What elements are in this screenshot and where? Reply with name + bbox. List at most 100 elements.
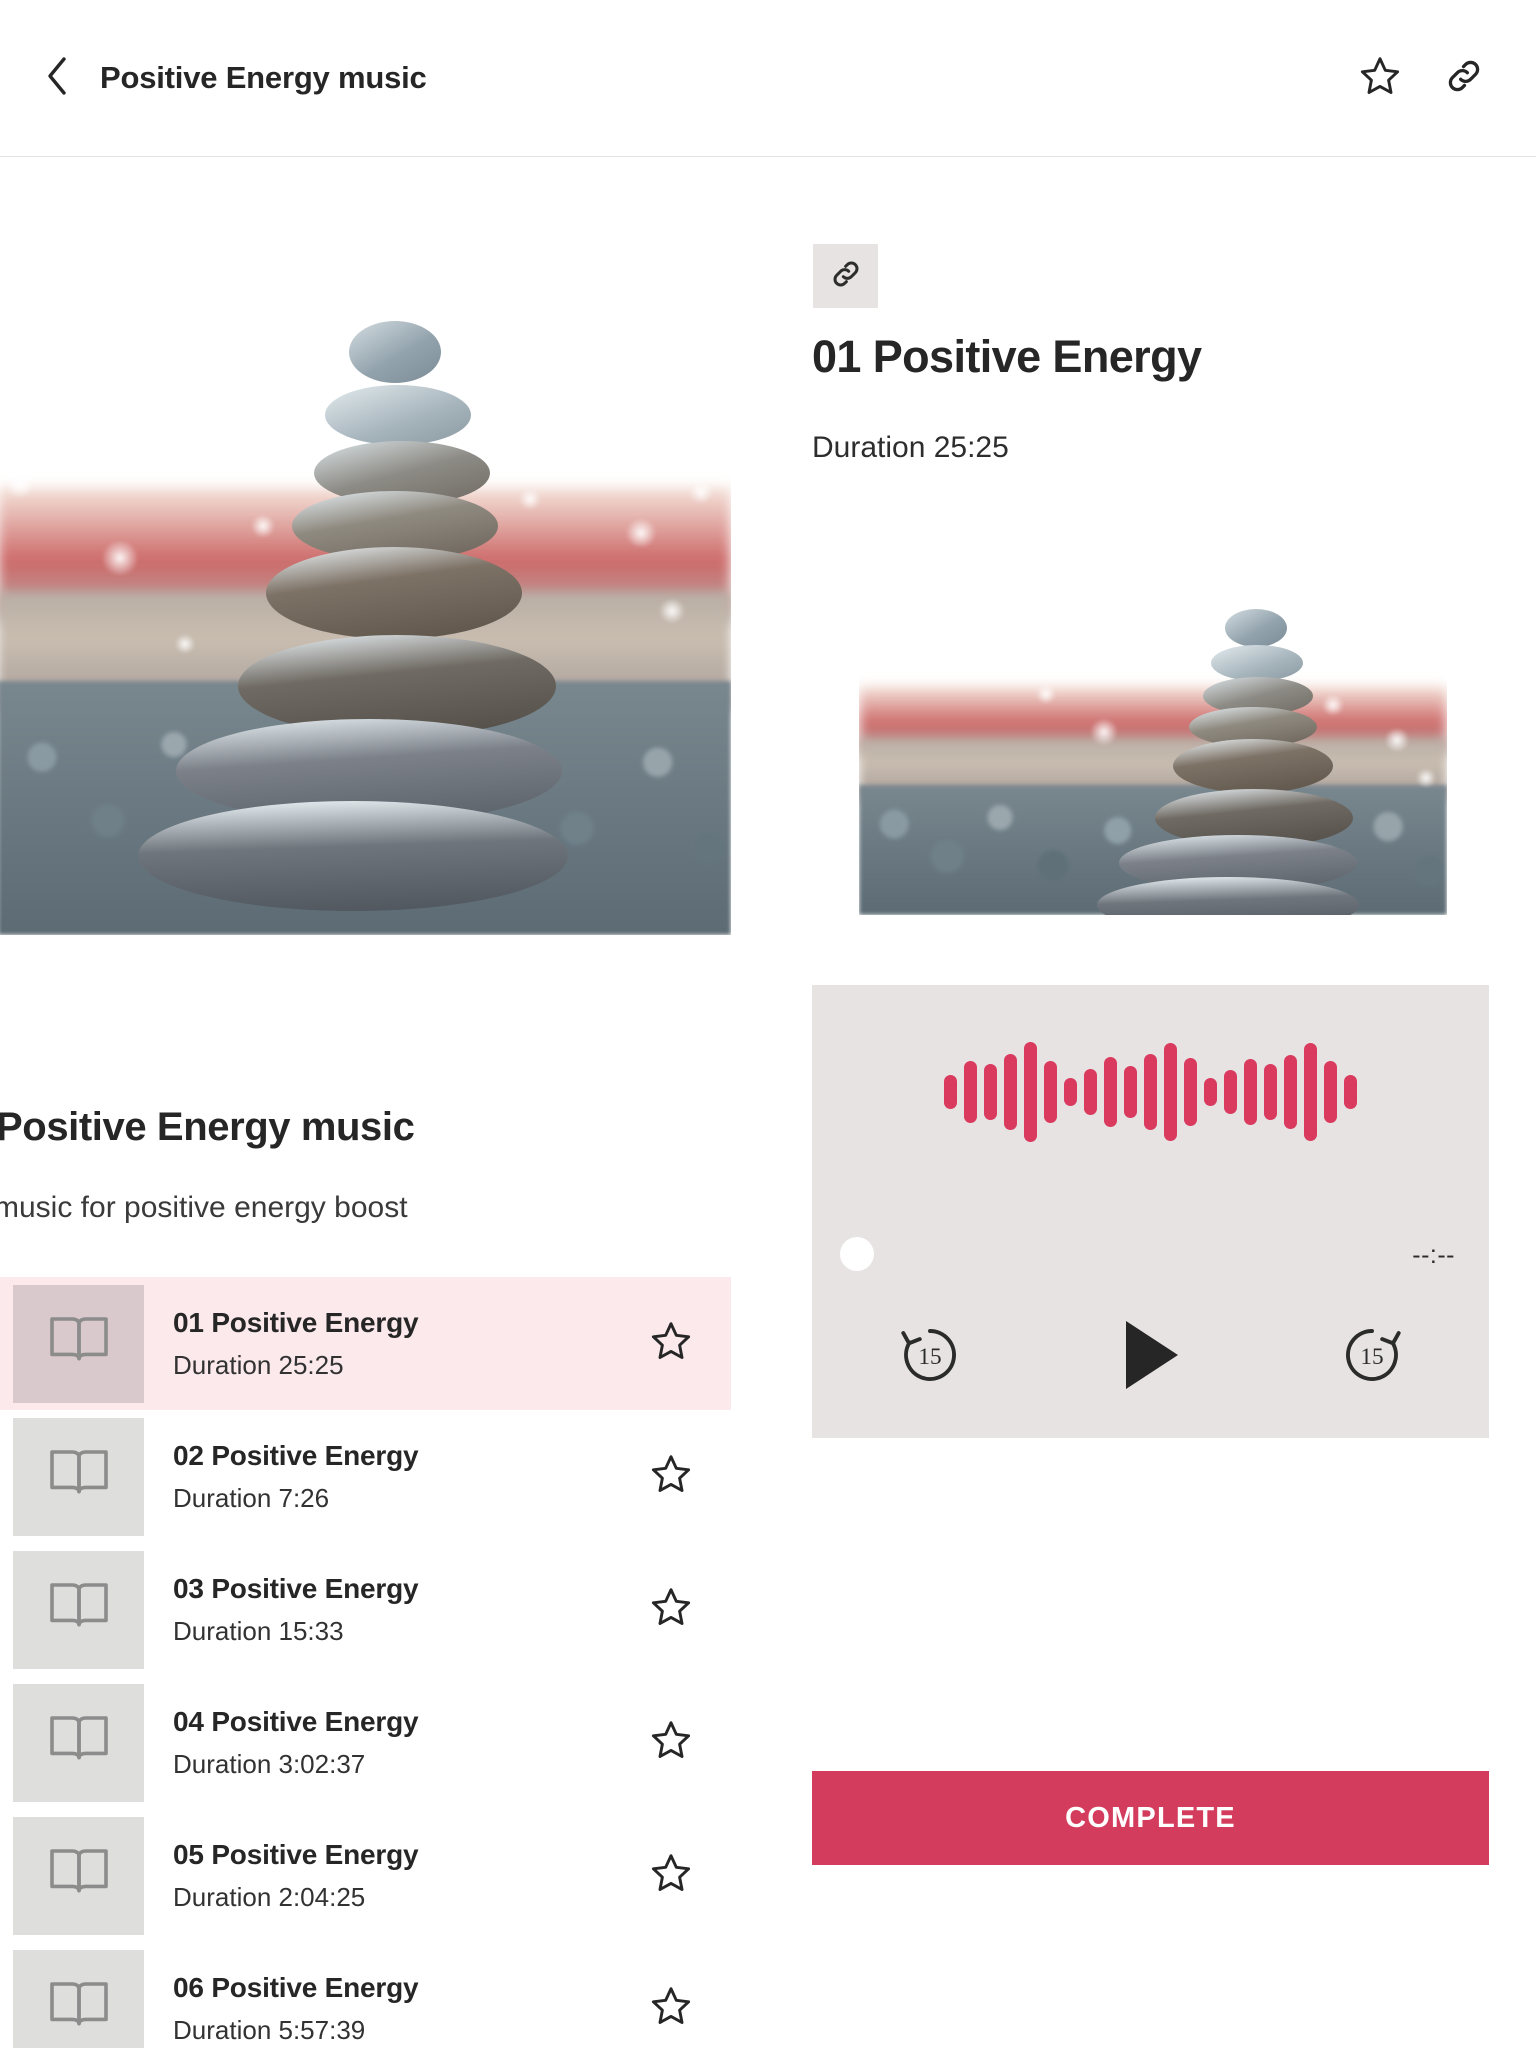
track-thumbnail <box>13 1949 144 2048</box>
track-favorite-button[interactable] <box>641 1447 701 1507</box>
thumbnail-photo <box>859 533 1447 915</box>
waveform-bar <box>1324 1061 1337 1123</box>
album-title: Positive Energy music <box>0 1105 415 1149</box>
waveform-bar <box>1124 1066 1137 1118</box>
app-bar: Positive Energy music <box>0 0 1536 157</box>
track-thumbnail <box>13 1683 144 1802</box>
waveform-bar <box>1224 1070 1237 1114</box>
track-row[interactable]: 01 Positive Energy Duration 25:25 <box>0 1277 731 1410</box>
track-name: 01 Positive Energy <box>173 1306 419 1338</box>
audio-waveform <box>812 1037 1489 1147</box>
track-duration: Duration 15:33 <box>173 1615 344 1646</box>
track-name: 03 Positive Energy <box>173 1572 419 1604</box>
star-outline-icon <box>649 1718 693 1767</box>
track-name: 05 Positive Energy <box>173 1838 419 1870</box>
open-book-icon <box>48 1313 110 1374</box>
bokeh-sparkle <box>250 515 276 537</box>
favorite-button[interactable] <box>1352 50 1408 106</box>
bokeh-sparkle <box>1175 571 1197 589</box>
track-info: 05 Positive Energy Duration 2:04:25 <box>173 1839 641 1913</box>
page-title: Positive Energy music <box>100 60 427 95</box>
open-book-icon <box>48 1978 110 2039</box>
track-name: 02 Positive Energy <box>173 1439 419 1471</box>
detail-thumbnail-image <box>859 533 1447 915</box>
bokeh-sparkle <box>4 471 36 497</box>
waveform-bar <box>1184 1058 1197 1126</box>
bokeh-sparkle <box>94 261 116 279</box>
track-row[interactable]: 06 Positive Energy Duration 5:57:39 <box>0 1942 731 2048</box>
bokeh-sparkle <box>610 207 640 233</box>
track-favorite-button[interactable] <box>641 1846 701 1906</box>
bokeh-sparkle <box>688 481 714 503</box>
chevron-left-icon <box>45 56 69 101</box>
share-link-button[interactable] <box>1436 50 1492 106</box>
track-name: 04 Positive Energy <box>173 1705 419 1737</box>
forward-15-button[interactable]: 15 <box>1336 1319 1408 1396</box>
content-area: Positive Energy music music for positive… <box>0 157 1536 2048</box>
bokeh-sparkle <box>1089 719 1119 745</box>
track-name: 06 Positive Energy <box>173 1971 419 2003</box>
bokeh-sparkle <box>518 489 542 509</box>
track-thumbnail <box>13 1284 144 1403</box>
track-duration: Duration 5:57:39 <box>173 2014 366 2045</box>
waveform-bar <box>1044 1061 1057 1123</box>
link-chain-icon <box>1443 55 1485 102</box>
time-display: --:-- <box>1412 1241 1455 1269</box>
rewind-15-button[interactable]: 15 <box>894 1319 966 1396</box>
track-duration: Duration 7:26 <box>173 1482 330 1513</box>
bokeh-sparkle <box>174 635 196 653</box>
waveform-bar <box>1084 1069 1097 1115</box>
waveform-bar <box>1204 1078 1217 1106</box>
complete-button[interactable]: COMPLETE <box>812 1771 1489 1865</box>
waveform-bar <box>1344 1075 1357 1109</box>
waveform-bar <box>1284 1055 1297 1129</box>
bokeh-sparkle <box>987 567 1011 587</box>
track-favorite-button[interactable] <box>641 1713 701 1773</box>
player-controls: 15 15 <box>812 1307 1489 1407</box>
track-duration: Duration 2:04:25 <box>173 1881 366 1912</box>
track-row[interactable]: 05 Positive Energy Duration 2:04:25 <box>0 1809 731 1942</box>
bokeh-sparkle <box>658 599 686 623</box>
cairn-stone <box>325 385 471 445</box>
bokeh-sparkle <box>1383 729 1411 751</box>
track-thumbnail <box>13 1816 144 1935</box>
track-info: 06 Positive Energy Duration 5:57:39 <box>173 1972 641 2046</box>
bokeh-sparkle <box>26 247 56 271</box>
track-row[interactable]: 02 Positive Energy Duration 7:26 <box>0 1410 731 1543</box>
track-thumbnail <box>13 1417 144 1536</box>
waveform-bar <box>1244 1059 1257 1125</box>
progress-slider-knob[interactable] <box>840 1237 874 1271</box>
track-favorite-button[interactable] <box>641 1580 701 1640</box>
svg-text:15: 15 <box>918 1344 941 1370</box>
open-book-icon <box>48 1712 110 1773</box>
track-row[interactable]: 04 Positive Energy Duration 3:02:37 <box>0 1676 731 1809</box>
star-outline-icon <box>649 1851 693 1900</box>
track-favorite-button[interactable] <box>641 1314 701 1374</box>
waveform-bar <box>1004 1054 1017 1130</box>
track-row[interactable]: 03 Positive Energy Duration 15:33 <box>0 1543 731 1676</box>
detail-panel: 01 Positive Energy Duration 25:25 --:-- … <box>731 157 1536 2048</box>
waveform-bar <box>944 1075 957 1109</box>
back-button[interactable] <box>34 55 80 101</box>
track-favorite-button[interactable] <box>641 1979 701 2039</box>
star-outline-icon <box>649 1319 693 1368</box>
track-info: 02 Positive Energy Duration 7:26 <box>173 1440 641 1514</box>
waveform-bar <box>1144 1054 1157 1130</box>
progress-slider[interactable]: --:-- <box>840 1237 1461 1273</box>
track-info: 01 Positive Energy Duration 25:25 <box>173 1307 641 1381</box>
waveform-bar <box>1164 1043 1177 1141</box>
open-book-icon <box>48 1446 110 1507</box>
open-book-icon <box>48 1579 110 1640</box>
track-info: 03 Positive Energy Duration 15:33 <box>173 1573 641 1647</box>
cairn-stone <box>138 801 568 911</box>
play-icon <box>1120 1319 1182 1396</box>
cairn-stone <box>1173 739 1333 793</box>
svg-text:15: 15 <box>1360 1344 1383 1370</box>
play-button[interactable] <box>1120 1319 1182 1396</box>
album-cover-image <box>0 189 731 935</box>
detail-share-link-button[interactable] <box>813 244 878 308</box>
cairn-stone <box>1211 645 1303 681</box>
waveform-bar <box>1024 1042 1037 1142</box>
forward-15-icon: 15 <box>1336 1319 1408 1396</box>
cairn-stone <box>349 321 441 383</box>
